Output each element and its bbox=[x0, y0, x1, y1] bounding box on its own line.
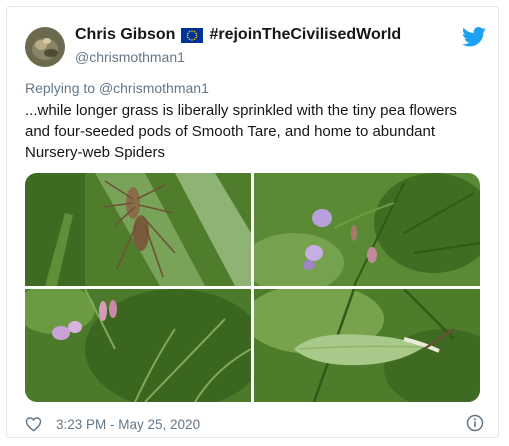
media-photo-seed-pod[interactable] bbox=[254, 289, 480, 402]
reply-handle-link[interactable]: @chrismothman1 bbox=[99, 80, 209, 96]
author-name[interactable]: Chris Gibson bbox=[75, 26, 175, 44]
info-icon[interactable] bbox=[466, 414, 484, 432]
media-photo-spider[interactable] bbox=[25, 173, 251, 286]
author-line: Chris Gibson #rejoinTheCivilisedWorld bbox=[75, 26, 401, 44]
eu-flag-icon bbox=[181, 27, 204, 43]
reply-context: Replying to @chrismothman1 bbox=[25, 80, 209, 96]
reply-prefix: Replying to bbox=[25, 80, 96, 96]
media-photo-flowers[interactable] bbox=[254, 173, 480, 286]
timestamp[interactable]: 3:23 PM - May 25, 2020 bbox=[56, 417, 200, 432]
tweet-text: ...while longer grass is liberally sprin… bbox=[25, 102, 457, 161]
avatar[interactable] bbox=[25, 27, 65, 67]
author-handle[interactable]: @chrismothman1 bbox=[75, 49, 185, 65]
media-grid bbox=[25, 173, 480, 402]
twitter-bird-icon[interactable] bbox=[462, 27, 486, 47]
heart-icon[interactable] bbox=[25, 416, 42, 432]
media-photo-pink-flowers[interactable] bbox=[25, 289, 251, 402]
author-hashtag: #rejoinTheCivilisedWorld bbox=[209, 26, 402, 43]
tweet-card: Chris Gibson #rejoinTheCivilisedWorld @c… bbox=[6, 6, 499, 438]
tweet-footer: 3:23 PM - May 25, 2020 bbox=[25, 416, 200, 432]
